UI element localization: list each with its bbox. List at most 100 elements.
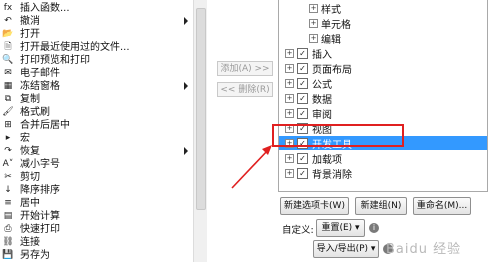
expand-icon[interactable]: + (285, 48, 294, 58)
commands-list[interactable]: fx 插入函数... ↶ 撤消 📂 打开 🗎 打开最近使用过的文件... 🔍 打印预览和打印 ✉ 电子… (0, 0, 193, 262)
tree-item[interactable]: + ✓ 插入 (279, 46, 487, 61)
command-label: 剪切 (20, 171, 40, 183)
expand-icon[interactable]: + (285, 108, 294, 118)
recent-file-icon: 🗎 (4, 42, 12, 52)
expand-icon[interactable]: + (285, 63, 294, 73)
tree-item-label: 单元格 (321, 19, 351, 31)
tab-checkbox[interactable]: ✓ (297, 47, 308, 59)
tree-item-label: 加载项 (312, 154, 342, 166)
command-label: 打开最近使用过的文件... (20, 41, 130, 53)
tree-item[interactable]: + ✓ 页面布局 (279, 61, 487, 76)
undo-icon: ↶ (4, 16, 12, 26)
command-item[interactable]: ✂ 剪切 (0, 171, 190, 184)
redo-icon: ↷ (4, 146, 12, 156)
scrollbar-thumb[interactable] (196, 8, 206, 210)
new-group-button[interactable]: 新建组(N) (355, 197, 407, 215)
highlight-box (272, 124, 404, 147)
info-icon: i (369, 223, 379, 233)
tab-checkbox[interactable]: ✓ (297, 92, 308, 104)
expand-icon[interactable]: + (309, 18, 318, 28)
command-item[interactable]: ⎙ 快速打印 (0, 223, 190, 236)
print-preview-icon: 🔍 (2, 55, 14, 65)
expand-icon[interactable]: + (285, 93, 294, 103)
tree-item-label: 样式 (321, 4, 341, 16)
arrowhead-icon (262, 145, 272, 155)
commands-list-scrollbar[interactable] (193, 0, 207, 262)
expand-icon[interactable]: + (285, 78, 294, 88)
rename-button[interactable]: 重命名(M)... (413, 197, 471, 215)
add-button[interactable]: 添加(A) >> (217, 61, 273, 76)
email-icon: ✉ (4, 68, 12, 78)
command-label: 宏 (20, 132, 30, 144)
open-folder-icon: 📂 (2, 29, 14, 39)
expand-icon[interactable]: + (285, 153, 294, 163)
import-export-button[interactable]: 导入/导出(P) ▾ (313, 240, 379, 258)
command-label: 撤消 (20, 15, 40, 27)
command-item[interactable]: ↷ 恢复 (0, 145, 190, 158)
tree-item-label: 插入 (312, 49, 332, 61)
tab-checkbox[interactable]: ✓ (297, 167, 308, 179)
command-item[interactable]: fx 插入函数... (0, 2, 190, 15)
tree-item[interactable]: + ✓ 公式 (279, 76, 487, 91)
sort-descending-icon: ↓ (4, 185, 12, 195)
tree-item[interactable]: + ✓ 审阅 (279, 106, 487, 121)
center-align-icon: ≡ (4, 198, 12, 208)
tab-checkbox[interactable]: ✓ (297, 77, 308, 89)
connections-icon: ⛓ (2, 237, 14, 247)
command-label: 居中 (20, 197, 40, 209)
command-label: 恢复 (20, 145, 40, 157)
tab-checkbox[interactable]: ✓ (297, 107, 308, 119)
command-item[interactable]: 🔍 打印预览和打印 (0, 54, 190, 67)
new-tab-button[interactable]: 新建选项卡(W) (280, 197, 349, 215)
command-item[interactable]: 🗎 打开最近使用过的文件... (0, 41, 190, 54)
command-label: 减小字号 (20, 158, 60, 170)
command-item[interactable]: ↓ 降序排序 (0, 184, 190, 197)
command-label: 开始计算 (20, 210, 60, 222)
command-item[interactable]: ⧉ 复制 (0, 93, 190, 106)
ribbon-tabs-tree[interactable]: + 样式 + 单元格 + 编辑 + ✓ 插入 + ✓ 页面布局 + ✓ 公式 + ✓ 数据 + ✓ 审阅 + ✓ 视图 + ✓ 开发… (278, 0, 488, 192)
command-item[interactable]: ▸ 宏 (0, 132, 190, 145)
command-label: 格式刷 (20, 106, 50, 118)
reset-button[interactable]: 重置(E) ▾ (316, 219, 365, 237)
command-item[interactable]: 📂 打开 (0, 28, 190, 41)
tab-checkbox[interactable]: ✓ (297, 62, 308, 74)
command-item[interactable]: A˅ 减小字号 (0, 158, 190, 171)
save-as-icon: 💾 (2, 250, 14, 260)
command-label: 冻结窗格 (20, 80, 60, 92)
tree-item[interactable]: + ✓ 背景消除 (279, 166, 487, 181)
command-label: 打印预览和打印 (20, 54, 90, 66)
submenu-arrow-icon (184, 17, 188, 25)
tree-item[interactable]: + ✓ 加载项 (279, 151, 487, 166)
command-item[interactable]: ▦ 冻结窗格 (0, 80, 190, 93)
command-item[interactable]: ≡ 居中 (0, 197, 190, 210)
expand-icon[interactable]: + (309, 3, 318, 13)
command-label: 另存为 (20, 249, 50, 261)
command-item[interactable]: ⛓ 连接 (0, 236, 190, 249)
watermark: Baidu 经验 (386, 242, 462, 257)
command-label: 合并后居中 (20, 119, 70, 131)
command-item[interactable]: ▤ 开始计算 (0, 210, 190, 223)
command-item[interactable]: ✉ 电子邮件 (0, 67, 190, 80)
tree-item[interactable]: + ✓ 数据 (279, 91, 487, 106)
tab-checkbox[interactable]: ✓ (297, 152, 308, 164)
command-label: 快速打印 (20, 223, 60, 235)
expand-icon[interactable]: + (285, 168, 294, 178)
customize-label: 自定义: (282, 225, 314, 236)
command-label: 降序排序 (20, 184, 60, 196)
copy-icon: ⧉ (4, 94, 12, 104)
remove-button[interactable]: << 删除(R) (217, 82, 273, 97)
macro-icon: ▸ (5, 133, 11, 143)
command-label: 打开 (20, 28, 40, 40)
tree-item-label: 页面布局 (312, 64, 352, 76)
tree-item[interactable]: + 单元格 (279, 16, 487, 31)
submenu-arrow-icon (184, 82, 188, 90)
expand-icon[interactable]: + (309, 33, 318, 43)
command-item[interactable]: ⊞ 合并后居中 (0, 119, 190, 132)
tree-item[interactable]: + 编辑 (279, 31, 487, 46)
tree-item[interactable]: + 样式 (279, 1, 487, 16)
command-item[interactable]: 💾 另存为 (0, 249, 190, 262)
freeze-panes-icon: ▦ (3, 81, 13, 91)
tree-item-label: 编辑 (321, 34, 341, 46)
command-item[interactable]: ↶ 撤消 (0, 15, 190, 28)
command-item[interactable]: 🖌 格式刷 (0, 106, 190, 119)
